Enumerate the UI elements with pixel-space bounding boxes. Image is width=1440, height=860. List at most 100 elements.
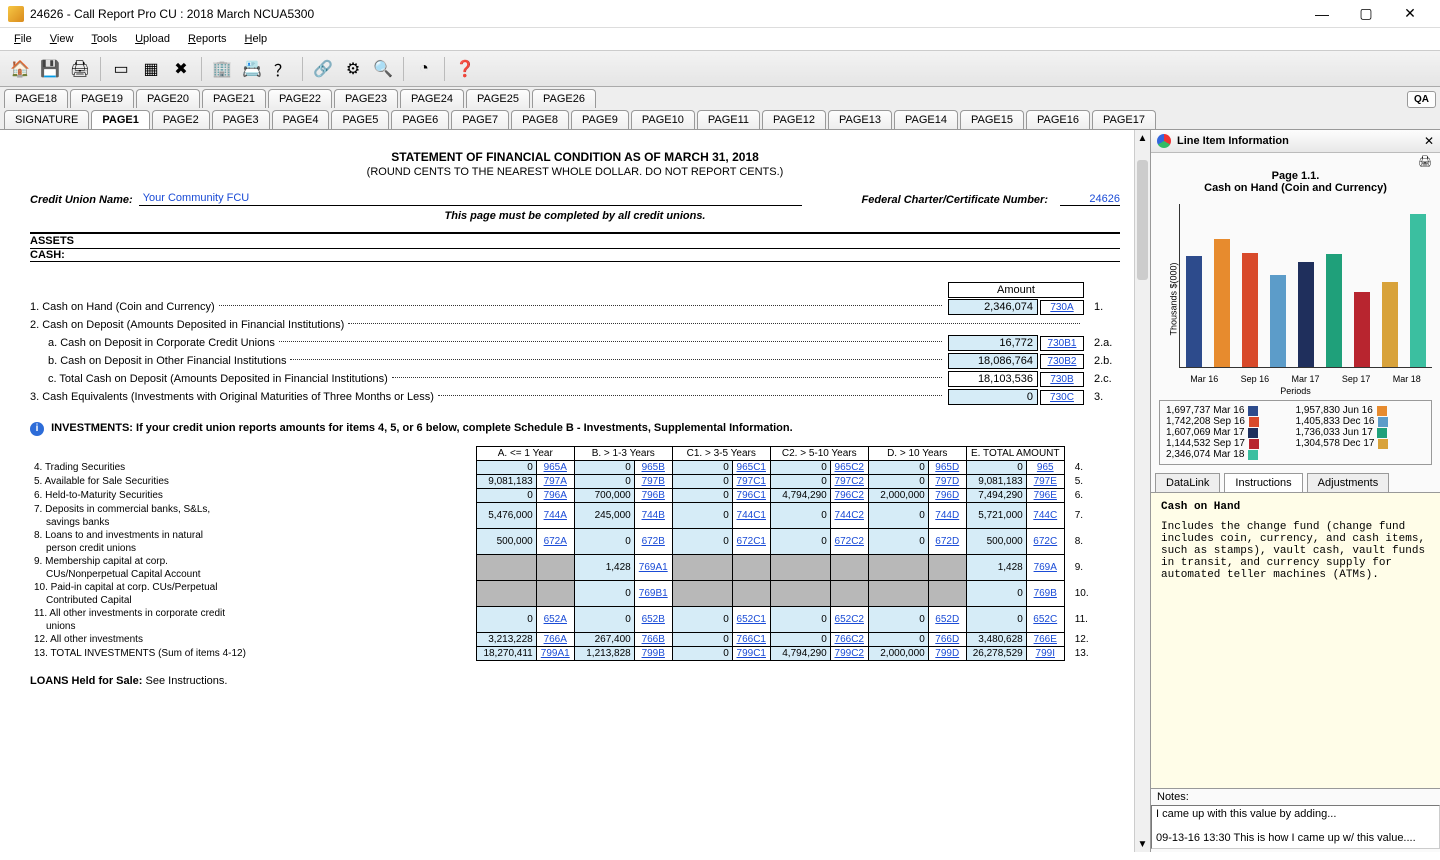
menu-upload[interactable]: Upload [127,30,178,48]
inv-val[interactable]: 500,000 [476,529,536,555]
tab-page16[interactable]: PAGE16 [1026,110,1090,129]
tab-page20[interactable]: PAGE20 [136,89,200,108]
fed-charter-field[interactable]: 24626 [1060,193,1120,206]
inv-val[interactable]: 0 [672,647,732,661]
inv-val[interactable]: 0 [868,529,928,555]
amount-cell[interactable]: 2,346,074 [948,299,1038,315]
menu-file[interactable]: File [6,30,40,48]
inv-code[interactable]: 799A1 [536,647,574,661]
inv-val[interactable]: 700,000 [574,489,634,503]
sidetab-adjustments[interactable]: Adjustments [1307,473,1390,492]
inv-code[interactable]: 744C [1026,503,1064,529]
code-link[interactable]: 730A [1040,300,1084,315]
tab-page2[interactable]: PAGE2 [152,110,210,129]
cu-name-field[interactable]: Your Community FCU [139,192,802,206]
tab-page26[interactable]: PAGE26 [532,89,596,108]
inv-code[interactable]: 796C2 [830,489,868,503]
inv-val[interactable]: 0 [574,607,634,633]
amount-cell[interactable]: 18,086,764 [948,353,1038,369]
minimize-button[interactable]: — [1300,0,1344,28]
inv-code[interactable]: 797E [1026,475,1064,489]
inv-code[interactable]: 799B [634,647,672,661]
inv-code[interactable]: 652C2 [830,607,868,633]
tab-page17[interactable]: PAGE17 [1092,110,1156,129]
inv-code[interactable]: 797C2 [830,475,868,489]
inv-code[interactable]: 766E [1026,633,1064,647]
print-icon[interactable]: 🖨 [66,55,94,83]
inv-val[interactable]: 0 [868,503,928,529]
inv-val[interactable]: 0 [770,529,830,555]
inv-code[interactable]: 965 [1026,461,1064,475]
menu-view[interactable]: View [42,30,82,48]
inv-val[interactable]: 5,721,000 [966,503,1026,529]
inv-val[interactable]: 0 [868,633,928,647]
sidetab-instructions[interactable]: Instructions [1224,473,1302,492]
inv-val[interactable]: 0 [574,529,634,555]
inv-val[interactable]: 4,794,290 [770,489,830,503]
inv-val[interactable]: 1,213,828 [574,647,634,661]
inv-code[interactable]: 799D [928,647,966,661]
print-icon[interactable]: 🖨 [1418,156,1432,168]
scroll-up-arrow[interactable]: ▲ [1135,130,1150,146]
tab-page14[interactable]: PAGE14 [894,110,958,129]
inv-val[interactable]: 0 [574,461,634,475]
code-link[interactable]: 730B [1040,372,1084,387]
inv-val[interactable]: 2,000,000 [868,647,928,661]
save-icon[interactable]: 💾 [36,55,64,83]
tab-page3[interactable]: PAGE3 [212,110,270,129]
inv-val[interactable]: 0 [770,633,830,647]
inv-val[interactable]: 0 [770,607,830,633]
code-link[interactable]: 730B2 [1040,354,1084,369]
inv-code[interactable]: 652C [1026,607,1064,633]
inv-val[interactable]: 5,476,000 [476,503,536,529]
delete-x-icon[interactable]: ✖ [167,55,195,83]
inv-code[interactable]: 965A [536,461,574,475]
amount-cell[interactable]: 0 [948,389,1038,405]
inv-val[interactable]: 0 [770,461,830,475]
tab-page11[interactable]: PAGE11 [697,110,760,129]
panel-close-button[interactable]: ✕ [1424,134,1434,148]
close-button[interactable]: ✕ [1388,0,1432,28]
maximize-button[interactable]: ▢ [1344,0,1388,28]
tab-page19[interactable]: PAGE19 [70,89,134,108]
inv-code[interactable]: 769B1 [634,581,672,607]
pie-icon[interactable]: ◔ [410,55,438,83]
amount-cell[interactable]: 18,103,536 [948,371,1038,387]
inv-val[interactable]: 2,000,000 [868,489,928,503]
inv-val[interactable]: 0 [574,475,634,489]
inv-val[interactable]: 0 [672,529,732,555]
window-icon[interactable]: ▭ [107,55,135,83]
inv-val[interactable]: 0 [966,607,1026,633]
dial-icon[interactable]: ⚙ [339,55,367,83]
inv-val[interactable]: 9,081,183 [966,475,1026,489]
inv-code[interactable]: 796A [536,489,574,503]
inv-code[interactable]: 766B [634,633,672,647]
inv-code[interactable]: 797D [928,475,966,489]
inv-val[interactable]: 0 [672,633,732,647]
vertical-scrollbar[interactable]: ▲ ▼ [1134,130,1150,852]
tab-page21[interactable]: PAGE21 [202,89,266,108]
inv-code[interactable]: 672C [1026,529,1064,555]
help-round-icon[interactable]: ❓ [451,55,479,83]
inv-val[interactable]: 0 [770,475,830,489]
inv-code[interactable]: 766C2 [830,633,868,647]
inv-val[interactable]: 18,270,411 [476,647,536,661]
inv-code[interactable]: 796D [928,489,966,503]
inv-code[interactable]: 769A [1026,555,1064,581]
inv-val[interactable]: 1,428 [574,555,634,581]
tab-page24[interactable]: PAGE24 [400,89,464,108]
qa-button[interactable]: QA [1407,91,1436,108]
inv-val[interactable]: 3,480,628 [966,633,1026,647]
inv-val[interactable]: 0 [672,475,732,489]
inv-code[interactable]: 797C1 [732,475,770,489]
inv-code[interactable]: 796B [634,489,672,503]
inv-code[interactable]: 797A [536,475,574,489]
inv-val[interactable]: 0 [966,581,1026,607]
scroll-thumb[interactable] [1137,160,1148,280]
inv-val[interactable]: 0 [770,503,830,529]
inv-code[interactable]: 652C1 [732,607,770,633]
link-icon[interactable]: 🔗 [309,55,337,83]
inv-val[interactable]: 0 [476,607,536,633]
inv-val[interactable]: 0 [966,461,1026,475]
inv-code[interactable]: 769A1 [634,555,672,581]
